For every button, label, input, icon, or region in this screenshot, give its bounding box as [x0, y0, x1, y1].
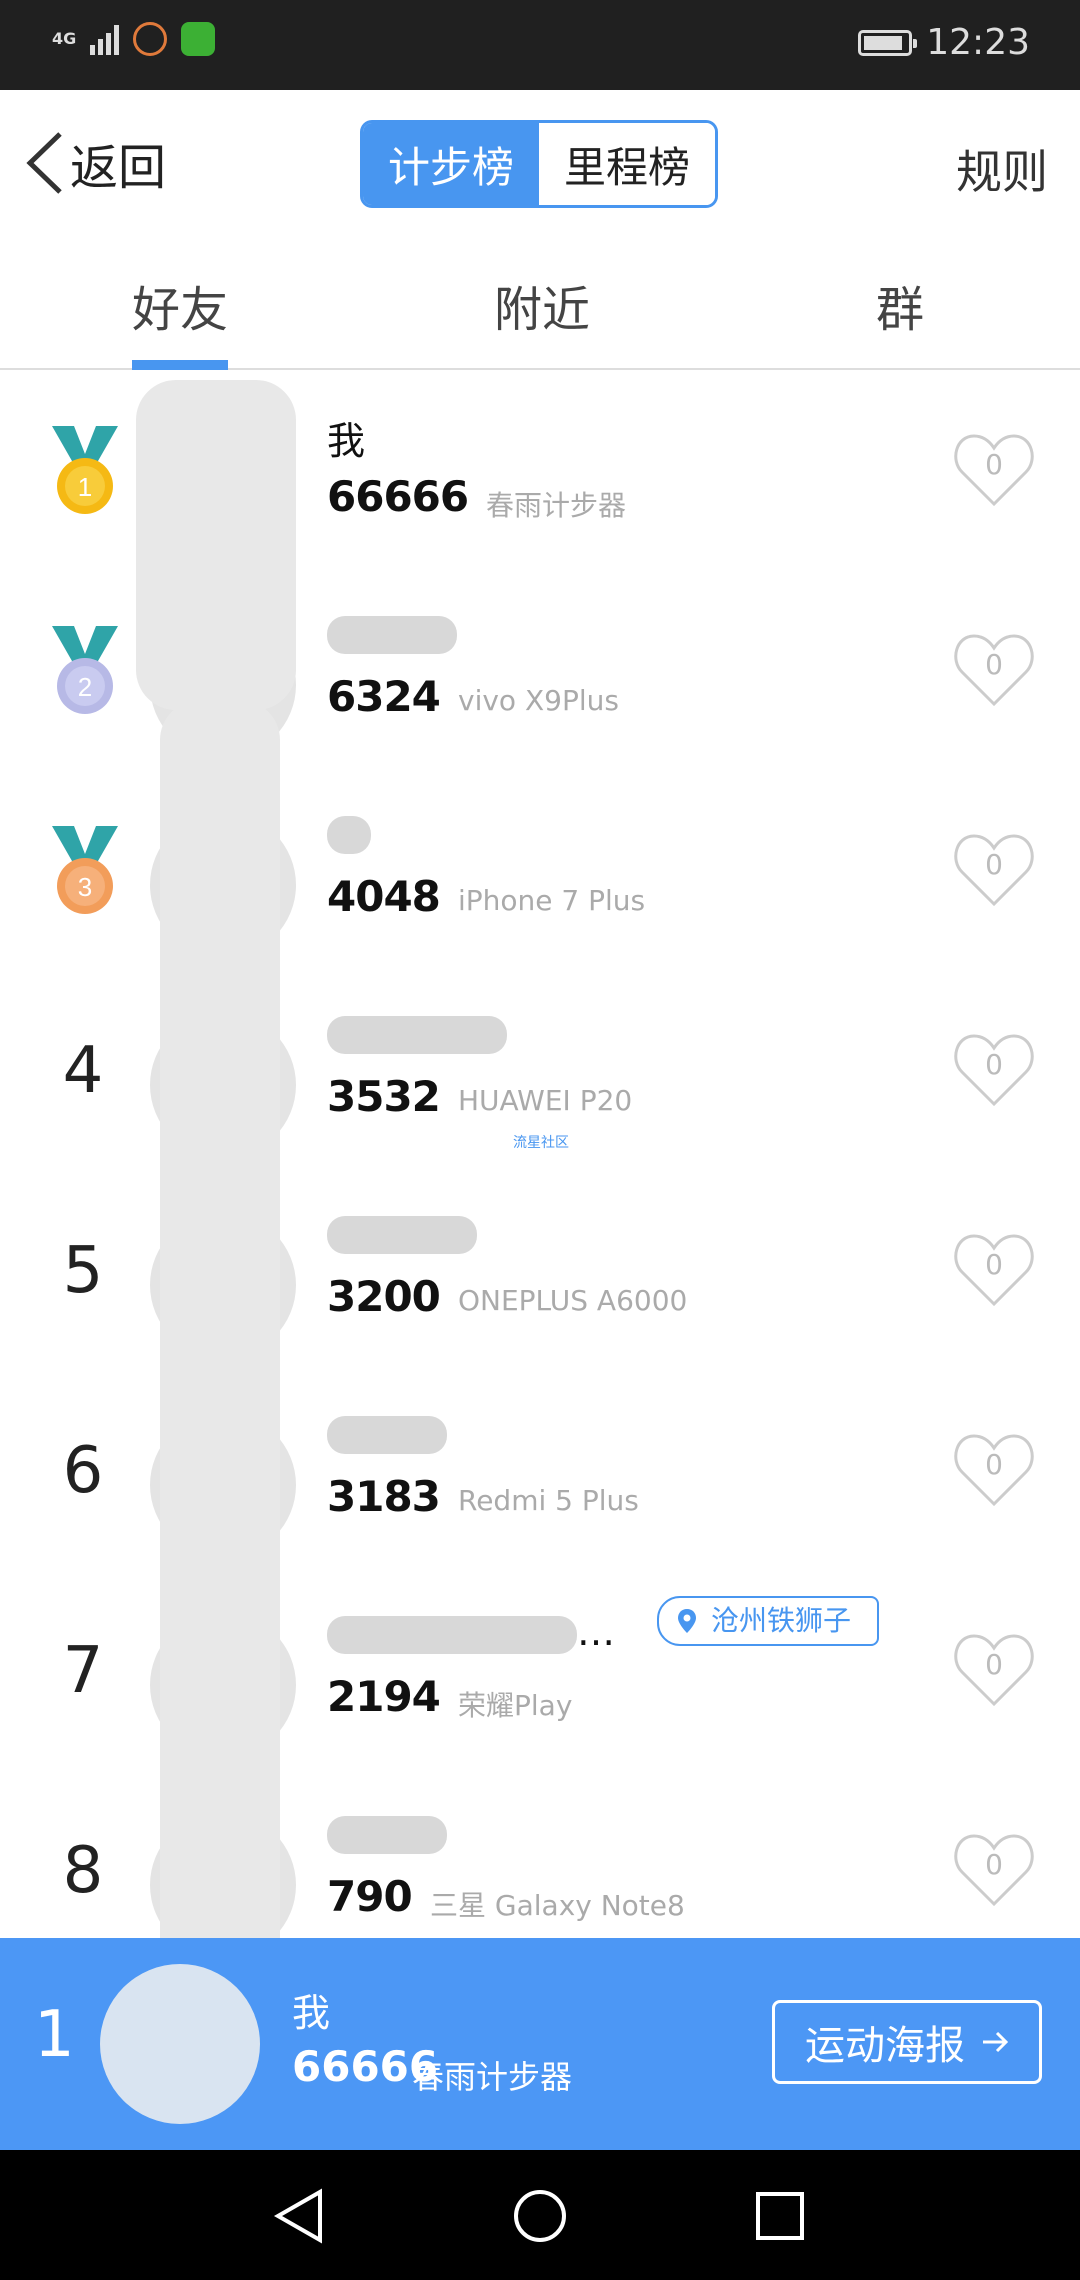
step-count: 790: [327, 1872, 413, 1921]
user-name: [327, 1410, 447, 1454]
back-label: 返回: [70, 140, 167, 196]
blurred-name: [327, 1015, 507, 1054]
location-tag[interactable]: 沧州铁狮子: [657, 1596, 880, 1646]
tab-friends[interactable]: 好友: [132, 270, 228, 340]
system-nav-bar: [0, 2150, 1080, 2280]
user-name: [327, 1810, 447, 1854]
like-count: 0: [985, 448, 1003, 481]
my-name: 我: [292, 1991, 331, 2035]
like-count: 0: [985, 1248, 1003, 1281]
tab-nearby[interactable]: 附近: [494, 270, 590, 340]
network-type: 4G: [52, 29, 77, 48]
back-button[interactable]: 返回: [22, 128, 166, 198]
blurred-name: [327, 1215, 477, 1254]
arrow-right-icon: [983, 2031, 1009, 2053]
like-count: 0: [985, 1848, 1003, 1881]
blurred-name: [327, 1815, 447, 1854]
location-label: 沧州铁狮子: [711, 1604, 852, 1637]
rules-button[interactable]: 规则: [956, 136, 1048, 202]
like-button[interactable]: 0: [952, 430, 1036, 510]
like-button[interactable]: 0: [952, 1230, 1036, 1310]
tab-bar: 好友 附近 群: [0, 240, 1080, 370]
tab-indicator: [132, 360, 228, 370]
silver-medal-icon: 2: [52, 626, 118, 714]
step-count: 3200: [327, 1272, 441, 1321]
user-name: [327, 810, 371, 854]
segment-distance[interactable]: 里程榜: [539, 123, 715, 205]
blurred-name: [327, 815, 371, 854]
device-name: vivo X9Plus: [458, 684, 619, 717]
nav-bar: 返回 计步榜 里程榜 规则: [0, 90, 1080, 240]
status-bar: 4G 12:23: [0, 0, 1080, 90]
segment-steps[interactable]: 计步榜: [363, 123, 539, 205]
my-rank-bar[interactable]: 1 我 66666 春雨计步器 运动海报: [0, 1938, 1080, 2150]
like-count: 0: [985, 1448, 1003, 1481]
step-count: 3532: [327, 1072, 441, 1121]
device-name: Redmi 5 Plus: [458, 1484, 639, 1517]
wechat-icon: [181, 22, 216, 56]
rank-number: 6: [62, 1434, 104, 1508]
device-name: ONEPLUS A6000: [458, 1284, 688, 1317]
my-rank-number: 1: [34, 1998, 75, 2072]
my-avatar: [100, 1964, 260, 2124]
watermark: 流星社区: [513, 1135, 569, 1151]
status-right: 12:23: [858, 22, 1030, 63]
poster-label: 运动海报: [805, 2023, 965, 2069]
step-count: 66666: [327, 472, 469, 521]
svg-text:3: 3: [78, 872, 92, 902]
step-count: 2194: [327, 1672, 441, 1721]
location-pin-icon: [678, 1609, 696, 1633]
device-name: 春雨计步器: [486, 489, 627, 522]
user-name: [327, 610, 457, 654]
like-button[interactable]: 0: [952, 1030, 1036, 1110]
svg-text:2: 2: [78, 672, 92, 702]
device-name: 荣耀Play: [458, 1689, 573, 1722]
app-notification-icon: [133, 22, 168, 56]
step-count: 6324: [327, 672, 441, 721]
gold-medal-icon: 1: [52, 426, 118, 514]
like-button[interactable]: 0: [952, 1630, 1036, 1710]
device-name: iPhone 7 Plus: [458, 884, 646, 917]
status-icons: 4G: [52, 22, 216, 56]
my-device-name: 春雨计步器: [412, 2058, 573, 2096]
rank-number: 7: [62, 1634, 104, 1708]
step-count: 4048: [327, 872, 441, 921]
blurred-name: [327, 615, 457, 654]
nav-home-icon[interactable]: [510, 2186, 570, 2246]
rank-number: 8: [62, 1834, 104, 1908]
blurred-name: [327, 1415, 447, 1454]
svg-text:1: 1: [78, 472, 92, 502]
like-count: 0: [985, 648, 1003, 681]
redaction-overlay: [136, 380, 296, 710]
user-name: [327, 1210, 477, 1254]
like-count: 0: [985, 848, 1003, 881]
user-name: …: [327, 1610, 615, 1654]
like-button[interactable]: 0: [952, 1830, 1036, 1910]
device-name: HUAWEI P20: [458, 1084, 633, 1117]
chevron-left-icon: [26, 132, 62, 194]
like-count: 0: [985, 1648, 1003, 1681]
device-name: 三星 Galaxy Note8: [430, 1889, 685, 1922]
like-button[interactable]: 0: [952, 630, 1036, 710]
sport-poster-button[interactable]: 运动海报: [772, 2000, 1042, 2084]
blurred-name: [327, 1615, 577, 1654]
nav-back-icon[interactable]: [270, 2186, 330, 2246]
rank-number: 5: [62, 1234, 104, 1308]
battery-icon: [858, 29, 918, 56]
user-name: [327, 1010, 507, 1054]
like-button[interactable]: 0: [952, 1430, 1036, 1510]
ranking-type-switch: 计步榜 里程榜: [360, 120, 718, 208]
nav-recents-icon[interactable]: [750, 2186, 810, 2246]
user-name: 我: [327, 419, 366, 463]
step-count: 3183: [327, 1472, 441, 1521]
clock: 12:23: [926, 22, 1030, 63]
like-count: 0: [985, 1048, 1003, 1081]
bronze-medal-icon: 3: [52, 826, 118, 914]
signal-icon: [90, 23, 120, 55]
like-button[interactable]: 0: [952, 830, 1036, 910]
tab-groups[interactable]: 群: [876, 270, 924, 340]
rank-number: 4: [62, 1034, 104, 1108]
